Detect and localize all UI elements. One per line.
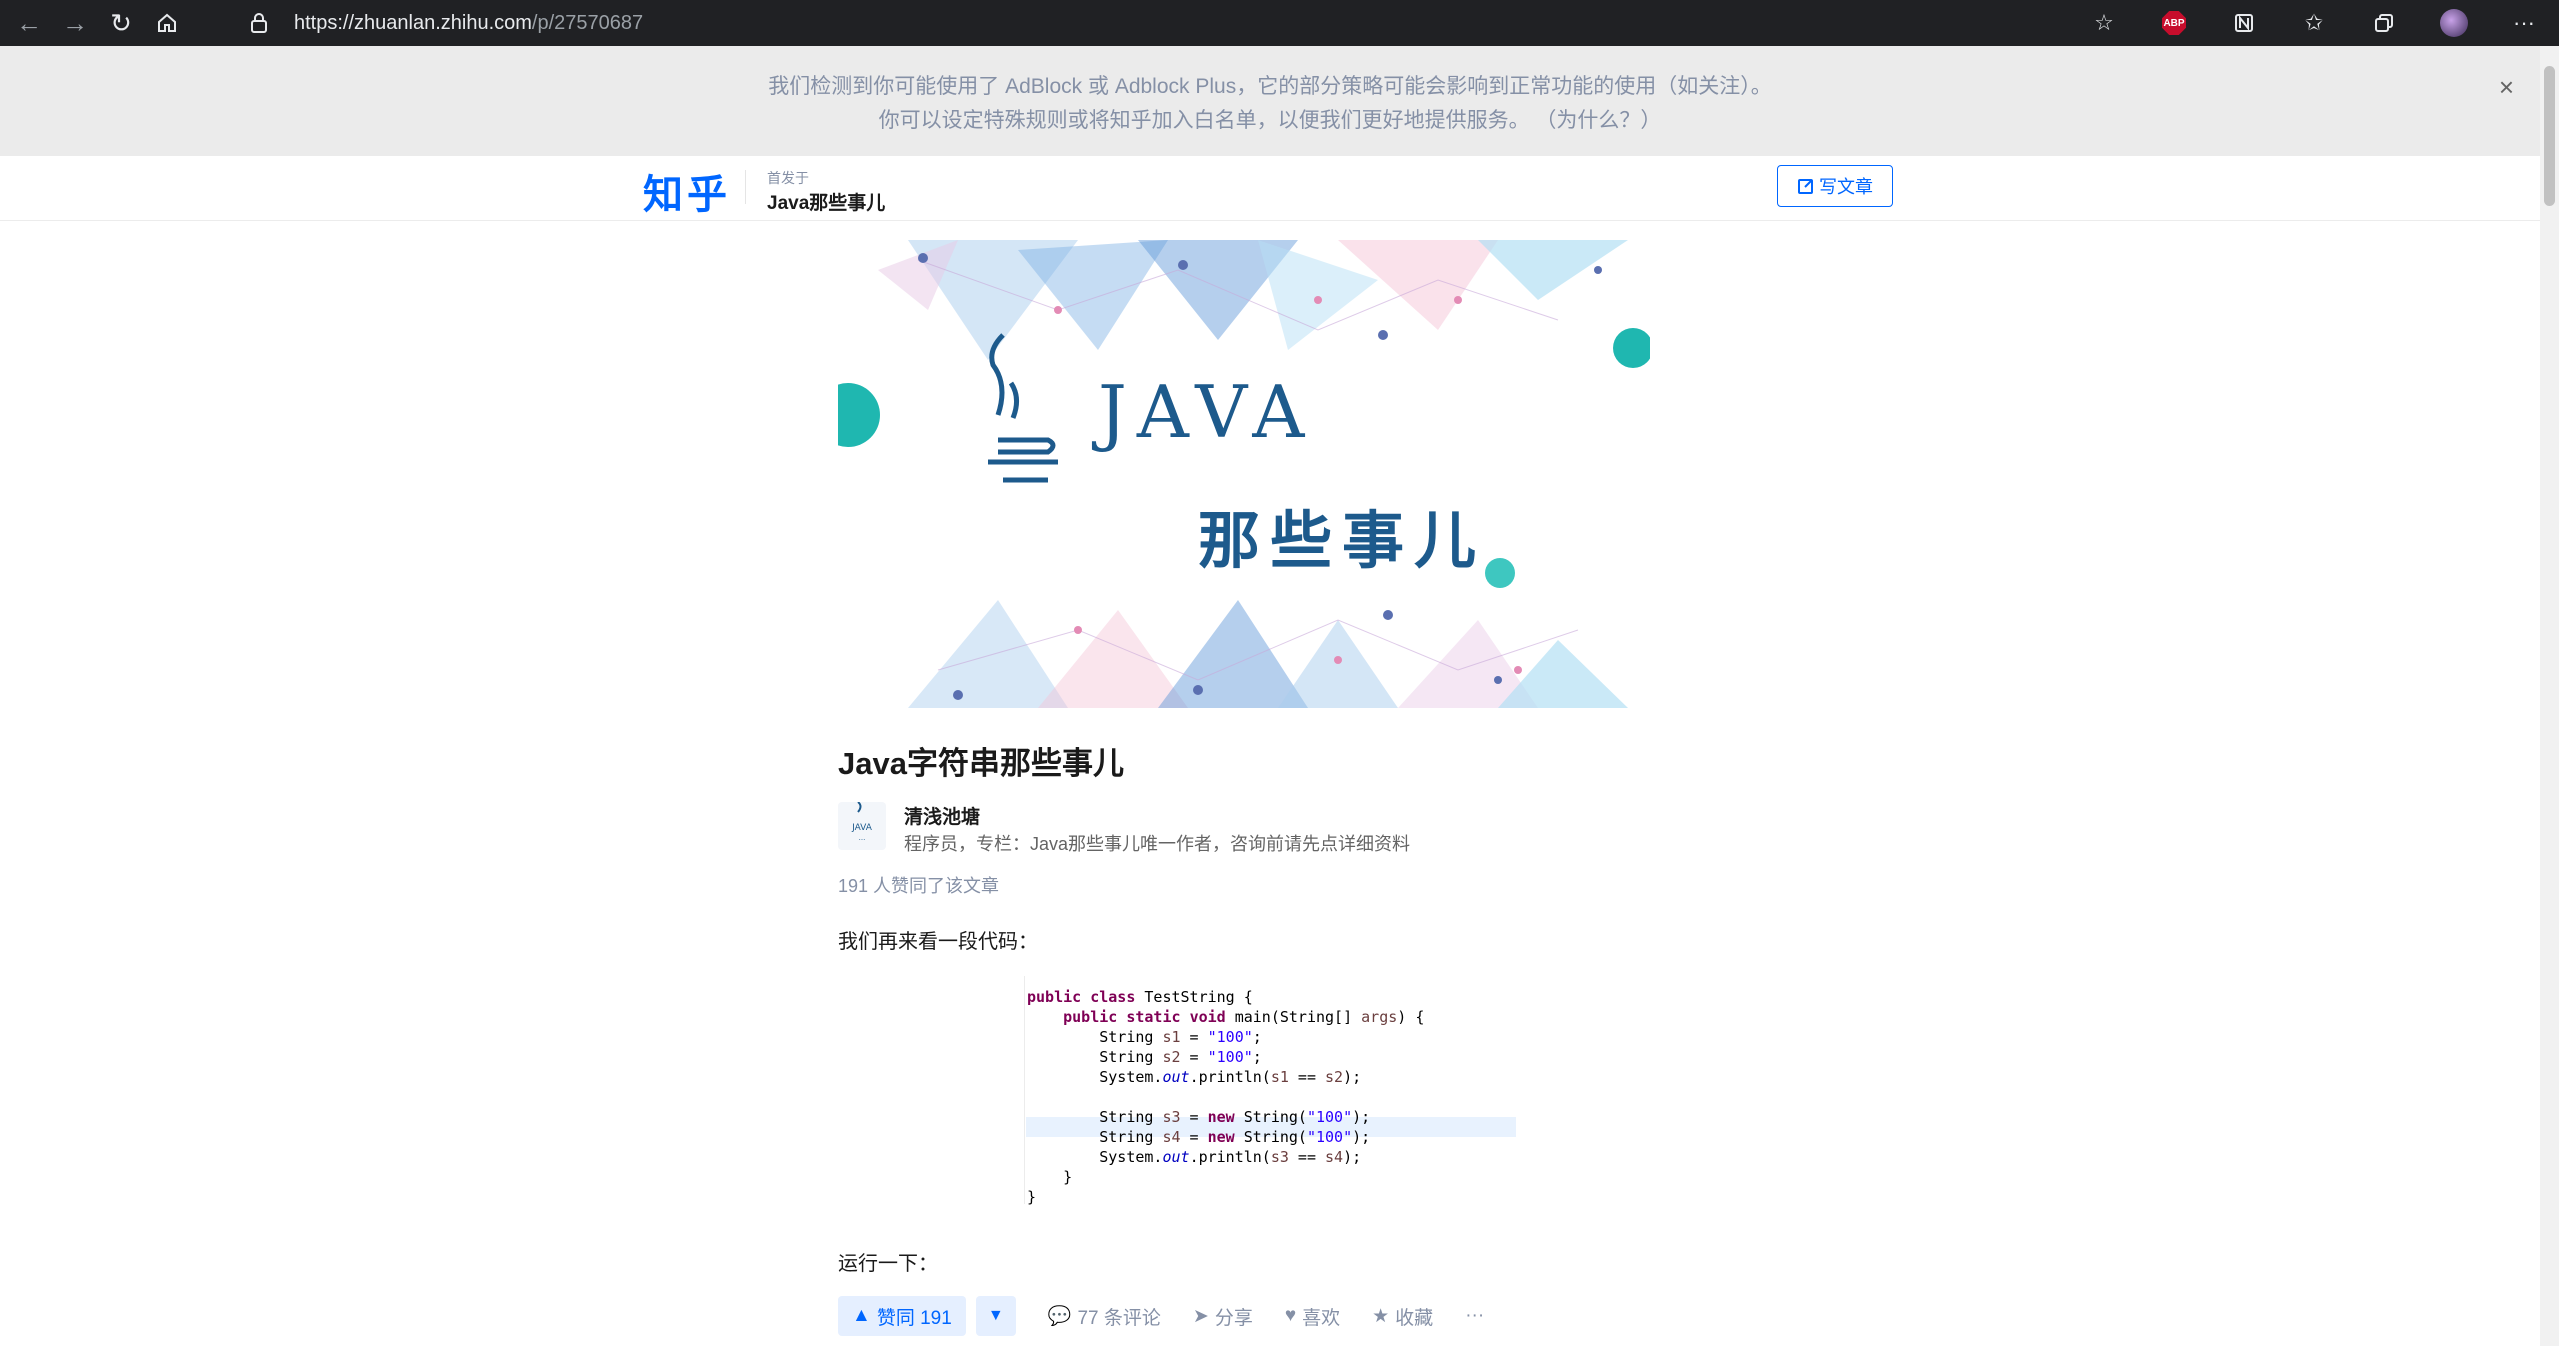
collect-button[interactable]: ★ 收藏 bbox=[1372, 1303, 1433, 1330]
lock-icon[interactable] bbox=[250, 10, 276, 36]
zhihu-logo[interactable]: 知乎 bbox=[643, 162, 731, 220]
adblock-plus-icon[interactable]: ABP bbox=[2157, 6, 2191, 40]
code-line: String s2 = "100"; bbox=[1027, 1048, 1262, 1066]
action-bar: ▲ 赞同 191 ▼ 💬 77 条评论 ➤ 分享 ♥ 喜欢 ★ 收藏 ··· bbox=[838, 1296, 1484, 1336]
profile-avatar[interactable] bbox=[2437, 6, 2471, 40]
cover-image: JAVA 那些事儿 bbox=[838, 240, 1650, 708]
upvote-button[interactable]: ▲ 赞同 191 bbox=[838, 1296, 966, 1336]
java-cup-icon bbox=[988, 333, 1058, 483]
upvote-label: 赞同 191 bbox=[876, 1307, 952, 1329]
star-icon: ★ bbox=[1372, 1305, 1390, 1327]
comments-button[interactable]: 💬 77 条评论 bbox=[1048, 1303, 1161, 1330]
home-icon[interactable] bbox=[150, 6, 184, 40]
paragraph: 我们再来看一段代码： bbox=[838, 931, 1038, 953]
author-description: 程序员，专栏：Java那些事儿唯一作者，咨询前请先点详细资料 bbox=[904, 834, 1411, 854]
code-line: String s3 = new String("100"); bbox=[1027, 1108, 1371, 1126]
scrollbar[interactable] bbox=[2540, 46, 2559, 1346]
paragraph: 运行一下： bbox=[838, 1253, 938, 1275]
like-label: 喜欢 bbox=[1302, 1307, 1341, 1329]
code-block: public class TestString { public static … bbox=[1024, 976, 1517, 1206]
header-divider bbox=[745, 170, 746, 204]
more-menu-icon[interactable]: ··· bbox=[2507, 6, 2541, 40]
write-article-label: 写文章 bbox=[1819, 177, 1873, 197]
adblock-notice-line1: 我们检测到你可能使用了 AdBlock 或 Adblock Plus，它的部分策… bbox=[768, 75, 1772, 98]
code-line: System.out.println(s3 == s4); bbox=[1027, 1148, 1362, 1166]
comments-label: 77 条评论 bbox=[1077, 1307, 1161, 1329]
adblock-notice: 我们检测到你可能使用了 AdBlock 或 Adblock Plus，它的部分策… bbox=[0, 46, 2540, 156]
voters-link[interactable]: 191 人赞同了该文章 bbox=[838, 872, 999, 898]
url-host: https://zhuanlan.zhihu.com bbox=[294, 11, 532, 34]
scrollbar-thumb[interactable] bbox=[2544, 66, 2555, 206]
back-icon[interactable]: ← bbox=[12, 6, 46, 40]
code-line: } bbox=[1027, 1188, 1037, 1206]
share-label: 分享 bbox=[1214, 1307, 1253, 1329]
refresh-icon[interactable]: ↻ bbox=[104, 6, 138, 40]
comment-icon: 💬 bbox=[1047, 1306, 1072, 1327]
author-name[interactable]: 清浅池塘 bbox=[904, 802, 980, 829]
svg-text:···: ··· bbox=[859, 836, 866, 844]
code-line: String s1 = "100"; bbox=[1027, 1028, 1262, 1046]
column-name-link[interactable]: Java那些事儿 bbox=[767, 188, 885, 215]
address-bar[interactable]: https://zhuanlan.zhihu.com/p/27570687 bbox=[230, 4, 2230, 42]
browser-toolbar: ← → ↻ https://zhuanlan.zhihu.com/p/27570… bbox=[0, 0, 2559, 46]
code-line: System.out.println(s1 == s2); bbox=[1027, 1068, 1362, 1086]
downvote-button[interactable]: ▼ bbox=[975, 1296, 1016, 1336]
notion-icon[interactable] bbox=[2227, 6, 2261, 40]
triangle-down-icon: ▼ bbox=[987, 1307, 1004, 1324]
close-icon[interactable]: × bbox=[2499, 72, 2514, 103]
cover-cn-text: 那些事儿 bbox=[1198, 504, 1487, 577]
edit-icon bbox=[1798, 179, 1813, 194]
code-line: } bbox=[1027, 1168, 1073, 1186]
collect-label: 收藏 bbox=[1395, 1307, 1434, 1329]
url-path: /p/27570687 bbox=[531, 11, 644, 34]
triangle-up-icon: ▲ bbox=[852, 1305, 871, 1326]
forward-icon[interactable]: → bbox=[58, 6, 92, 40]
code-line: public class TestString { bbox=[1027, 988, 1253, 1006]
first-published-label: 首发于 bbox=[767, 170, 809, 186]
write-article-button[interactable]: 写文章 bbox=[1777, 165, 1893, 207]
heart-icon: ♥ bbox=[1284, 1305, 1297, 1326]
svg-text:JAVA: JAVA bbox=[851, 823, 873, 833]
more-icon: ··· bbox=[1465, 1305, 1485, 1326]
cover-java-text: JAVA bbox=[1098, 370, 1315, 454]
column-header: 知乎 首发于 Java那些事儿 写文章 bbox=[0, 156, 2540, 221]
cover-decoration bbox=[838, 240, 1650, 708]
code-line: String s4 = new String("100"); bbox=[1027, 1128, 1371, 1146]
article-title: Java字符串那些事儿 bbox=[838, 746, 1124, 781]
adblock-notice-line2[interactable]: 你可以设定特殊规则或将知乎加入白名单，以便我们更好地提供服务。 （为什么？） bbox=[0, 104, 2540, 134]
more-button[interactable]: ··· bbox=[1465, 1305, 1484, 1327]
like-button[interactable]: ♥ 喜欢 bbox=[1285, 1303, 1340, 1330]
send-icon: ➤ bbox=[1192, 1305, 1209, 1327]
share-button[interactable]: ➤ 分享 bbox=[1193, 1303, 1253, 1330]
author-avatar[interactable]: JAVA ··· bbox=[838, 801, 886, 850]
favorites-icon[interactable]: ✩ bbox=[2297, 6, 2331, 40]
favorite-add-icon[interactable]: ☆ bbox=[2087, 6, 2121, 40]
collections-icon[interactable] bbox=[2367, 6, 2401, 40]
code-line: public static void main(String[] args) { bbox=[1063, 1008, 1425, 1026]
